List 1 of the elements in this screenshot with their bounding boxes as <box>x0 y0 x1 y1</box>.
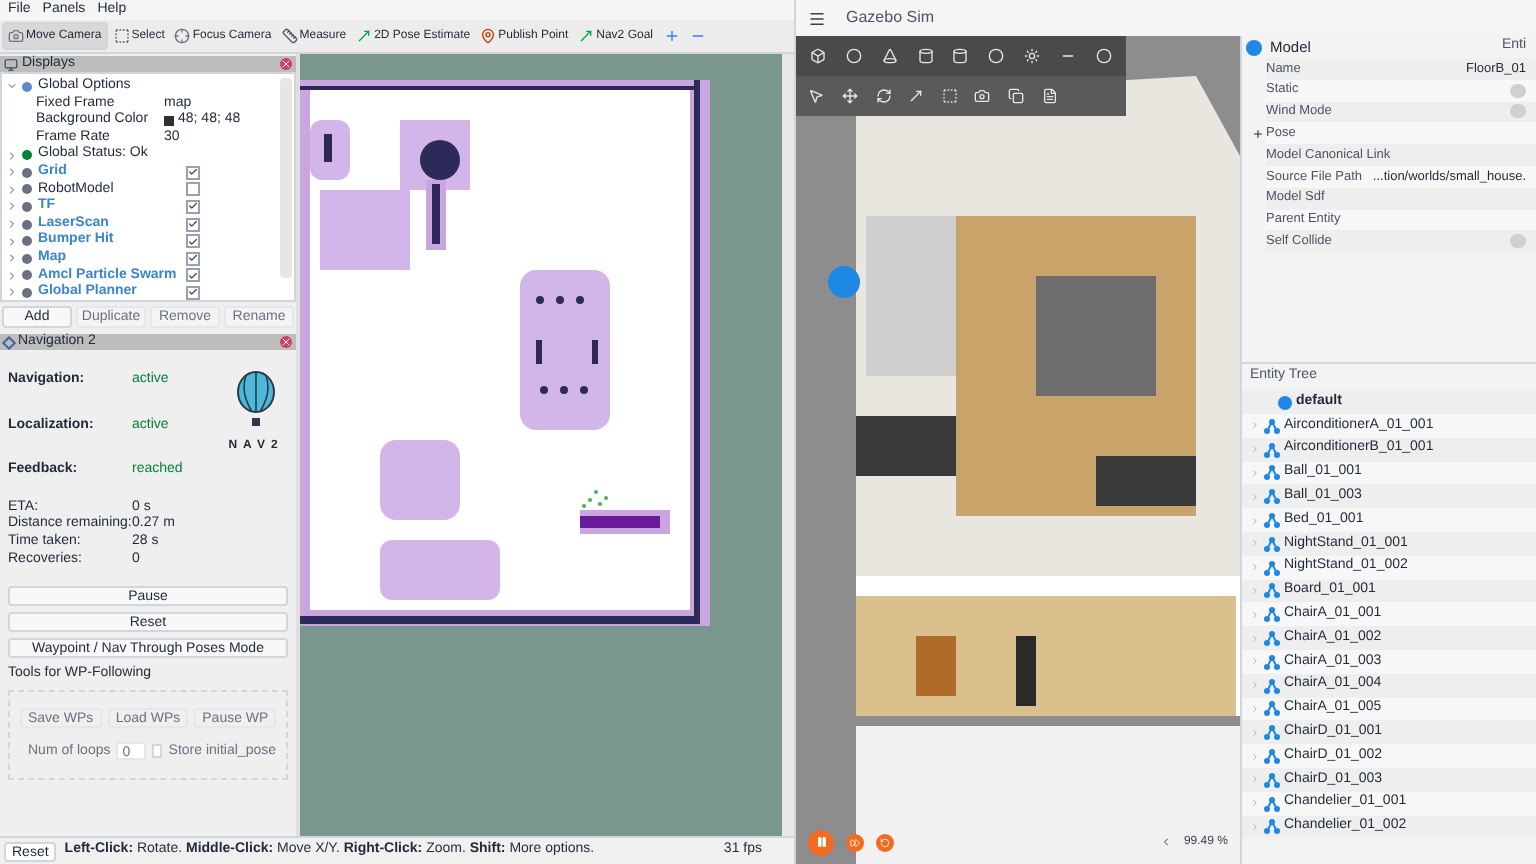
app-title: Gazebo Sim <box>846 6 935 30</box>
